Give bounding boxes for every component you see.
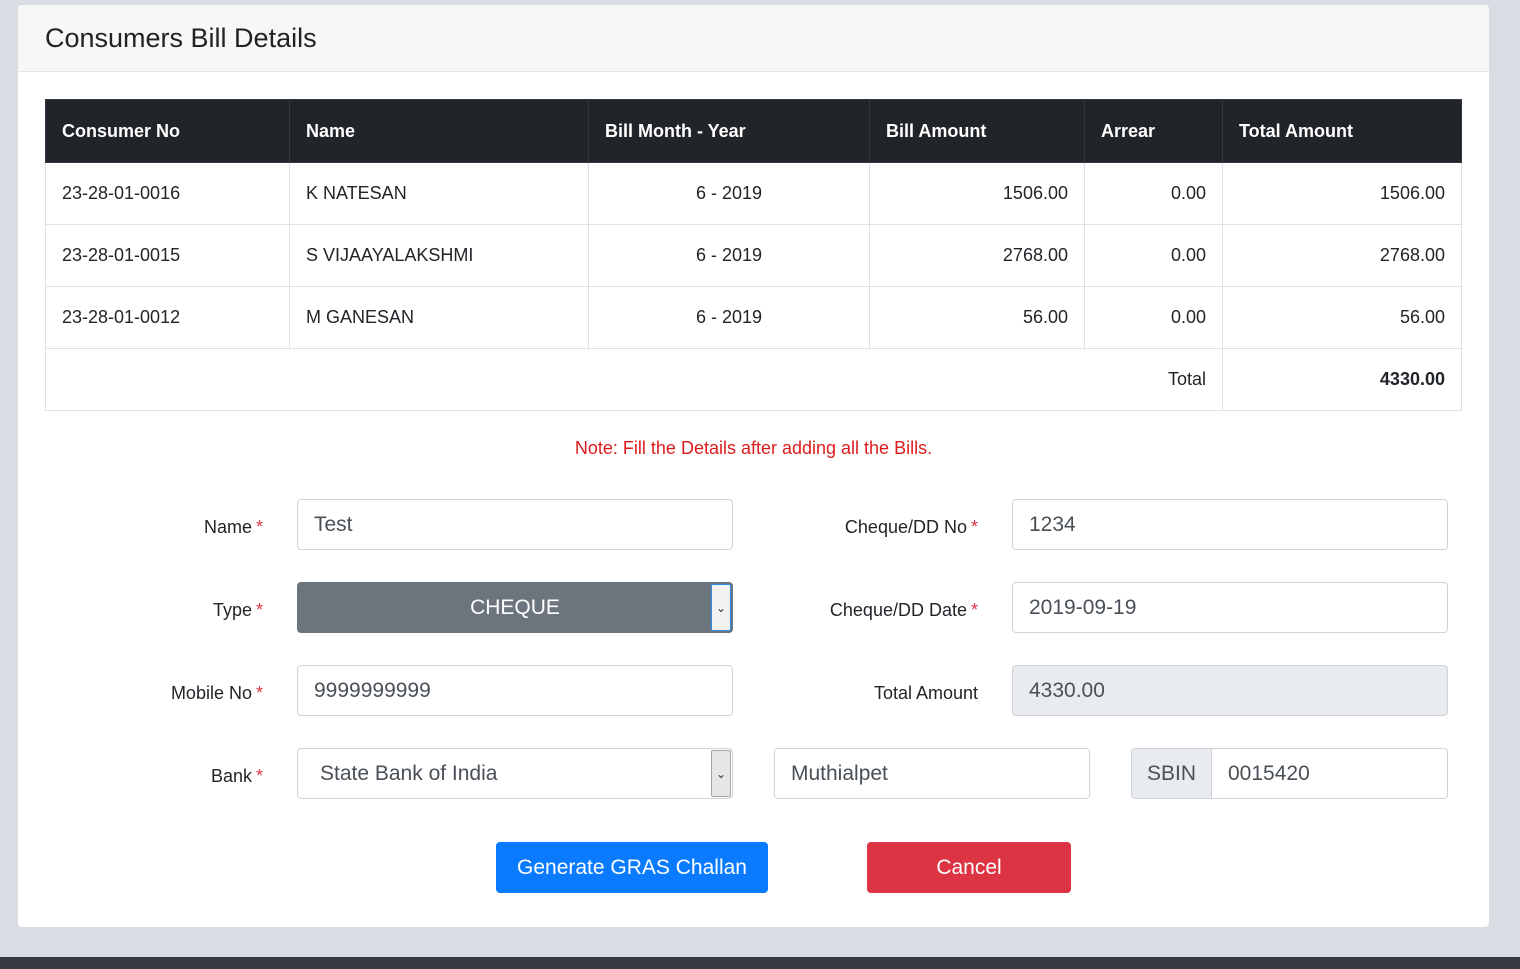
cell-bill-amount: 2768.00 bbox=[869, 224, 1085, 287]
page-title: Consumers Bill Details bbox=[45, 22, 317, 53]
bank-select-value: State Bank of India bbox=[320, 761, 498, 785]
mobile-input[interactable]: 9999999999 bbox=[297, 665, 733, 716]
required-marker: * bbox=[255, 600, 263, 620]
name-input[interactable]: Test bbox=[297, 499, 733, 550]
type-label: Type * bbox=[212, 600, 263, 620]
bills-table: Consumer No Name Bill Month - Year Bill … bbox=[45, 99, 1462, 411]
column-header-consumer-no: Consumer No bbox=[45, 99, 290, 163]
cell-name: M GANESAN bbox=[289, 286, 589, 349]
bank-label: Bank * bbox=[210, 766, 263, 786]
cell-bill-amount: 1506.00 bbox=[869, 162, 1085, 225]
cell-month-year: 6 - 2019 bbox=[588, 224, 870, 287]
cell-total: 56.00 bbox=[1222, 286, 1462, 349]
cell-bill-amount: 56.00 bbox=[869, 286, 1085, 349]
table-header-row: Consumer No Name Bill Month - Year Bill … bbox=[45, 99, 1462, 163]
required-marker: * bbox=[255, 766, 263, 786]
type-select[interactable]: CHEQUE ⌄ bbox=[297, 582, 733, 633]
cell-total: 2768.00 bbox=[1222, 224, 1462, 287]
ifsc-prefix: SBIN bbox=[1131, 748, 1212, 799]
total-amount-label: Total Amount bbox=[873, 683, 978, 703]
cell-name: K NATESAN bbox=[289, 162, 589, 225]
generate-gras-challan-button[interactable]: Generate GRAS Challan bbox=[496, 842, 768, 893]
table-total-row: Total 4330.00 bbox=[45, 348, 1462, 411]
cell-arrear: 0.00 bbox=[1084, 286, 1223, 349]
cell-name: S VIJAAYALAKSHMI bbox=[289, 224, 589, 287]
cheque-date-input[interactable]: 2019-09-19 bbox=[1012, 582, 1448, 633]
table-row: 23-28-01-0016 K NATESAN 6 - 2019 1506.00… bbox=[45, 162, 1462, 225]
cheque-no-label: Cheque/DD No * bbox=[844, 517, 978, 537]
column-header-total-amount: Total Amount bbox=[1222, 99, 1462, 163]
table-row: 23-28-01-0015 S VIJAAYALAKSHMI 6 - 2019 … bbox=[45, 224, 1462, 287]
cell-arrear: 0.00 bbox=[1084, 224, 1223, 287]
card-header: Consumers Bill Details bbox=[18, 5, 1489, 72]
column-header-arrear: Arrear bbox=[1084, 99, 1223, 163]
cell-total: 1506.00 bbox=[1222, 162, 1462, 225]
type-select-value: CHEQUE bbox=[470, 595, 560, 619]
total-value: 4330.00 bbox=[1222, 348, 1462, 411]
cell-arrear: 0.00 bbox=[1084, 162, 1223, 225]
name-label: Name * bbox=[203, 517, 263, 537]
chevron-down-icon[interactable]: ⌄ bbox=[711, 750, 731, 797]
total-label: Total bbox=[45, 348, 1223, 411]
chevron-down-icon[interactable]: ⌄ bbox=[711, 584, 731, 631]
note-text: Note: Fill the Details after adding all … bbox=[574, 438, 933, 458]
required-marker: * bbox=[255, 517, 263, 537]
total-amount-input: 4330.00 bbox=[1012, 665, 1448, 716]
column-header-bill-amount: Bill Amount bbox=[869, 99, 1085, 163]
required-marker: * bbox=[255, 683, 263, 703]
required-marker: * bbox=[970, 517, 978, 537]
column-header-name: Name bbox=[289, 99, 589, 163]
cell-consumer-no: 23-28-01-0015 bbox=[45, 224, 290, 287]
cheque-no-input[interactable]: 1234 bbox=[1012, 499, 1448, 550]
footer-bar bbox=[0, 957, 1520, 969]
cancel-button[interactable]: Cancel bbox=[867, 842, 1071, 893]
cheque-date-label: Cheque/DD Date * bbox=[829, 600, 978, 620]
branch-input[interactable]: Muthialpet bbox=[774, 748, 1090, 799]
required-marker: * bbox=[970, 600, 978, 620]
bank-select[interactable]: State Bank of India ⌄ bbox=[297, 748, 733, 799]
table-row: 23-28-01-0012 M GANESAN 6 - 2019 56.00 0… bbox=[45, 286, 1462, 349]
cell-month-year: 6 - 2019 bbox=[588, 162, 870, 225]
ifsc-input[interactable]: 0015420 bbox=[1211, 748, 1448, 799]
cell-month-year: 6 - 2019 bbox=[588, 286, 870, 349]
mobile-label: Mobile No * bbox=[170, 683, 263, 703]
cell-consumer-no: 23-28-01-0016 bbox=[45, 162, 290, 225]
column-header-bill-month-year: Bill Month - Year bbox=[588, 99, 870, 163]
cell-consumer-no: 23-28-01-0012 bbox=[45, 286, 290, 349]
bill-details-card: Consumers Bill Details Consumer No Name … bbox=[18, 5, 1489, 927]
